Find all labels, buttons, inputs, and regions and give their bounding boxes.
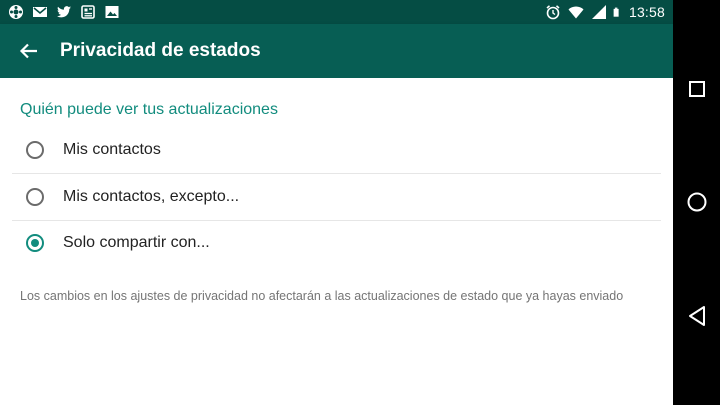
wifi-icon [568,6,584,19]
status-bar: 13:58 [0,0,673,24]
recents-button[interactable] [684,76,710,102]
radio-button-unchecked[interactable] [26,140,44,159]
radio-button-checked[interactable] [26,233,44,252]
home-icon [687,192,707,212]
app-icon [9,5,23,19]
notification-icons [8,4,120,20]
battery-icon [613,7,619,17]
radio-button-unchecked[interactable] [26,187,44,206]
signal-icon [591,5,606,19]
twitter-icon [57,6,71,18]
image-icon [105,6,119,18]
back-button[interactable] [14,36,44,66]
recents-icon [689,81,705,97]
app-bar: Privacidad de estados [0,24,673,78]
section-header: Quién puede ver tus actualizaciones [20,101,278,118]
gmail-icon [33,7,47,17]
home-button[interactable] [684,189,710,215]
clock: 13:58 [628,4,665,20]
option-my-contacts[interactable]: Mis contactos [12,126,661,174]
option-label: Solo compartir con... [63,233,210,251]
system-icons: 13:58 [545,0,665,24]
page-title: Privacidad de estados [60,40,261,61]
feed-icon [81,5,95,19]
privacy-note: Los cambios en los ajustes de privacidad… [20,289,624,303]
alarm-icon [546,5,560,20]
option-label: Mis contactos, excepto... [63,187,240,205]
option-my-contacts-except[interactable]: Mis contactos, excepto... [12,173,661,221]
option-only-share-with[interactable]: Solo compartir con... [12,219,661,266]
back-icon [689,306,705,326]
arrow-back-icon [19,43,37,59]
navigation-bar [673,0,720,405]
nav-back-button[interactable] [684,303,710,329]
option-label: Mis contactos [63,140,161,158]
status-privacy-content: Quién puede ver tus actualizaciones Mis … [0,78,673,405]
